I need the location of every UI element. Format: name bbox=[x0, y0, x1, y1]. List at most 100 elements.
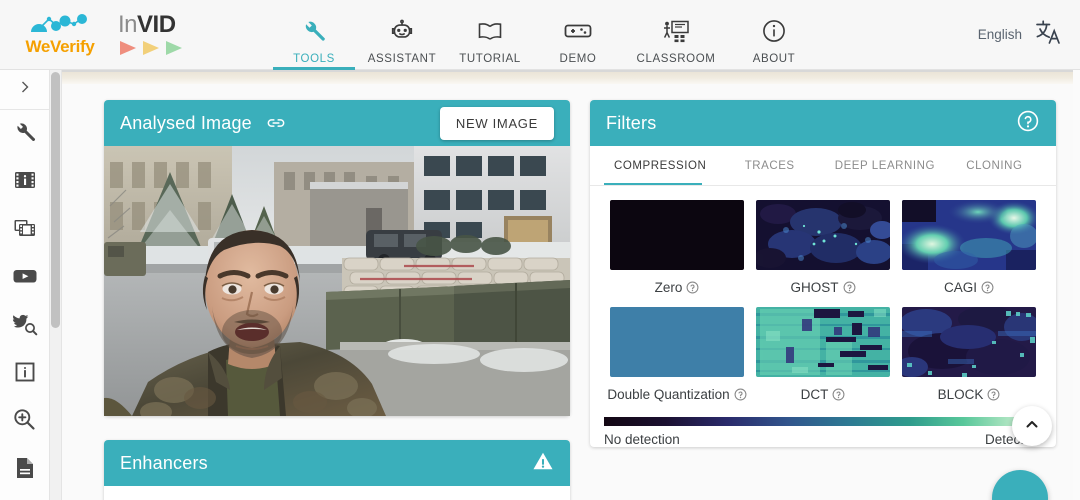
help-circle-icon[interactable] bbox=[832, 386, 845, 408]
wrench-icon bbox=[13, 120, 37, 149]
photo-render bbox=[104, 146, 570, 416]
filter-item-block[interactable]: BLOCK bbox=[896, 306, 1042, 408]
left-column: Analysed Image NEW IMAGE Enhancers bbox=[104, 100, 570, 500]
nav-item-label: DEMO bbox=[559, 52, 597, 65]
scrolled-banner-strip bbox=[62, 70, 1080, 84]
analysed-image-photo[interactable] bbox=[104, 146, 570, 416]
filter-preview-block bbox=[902, 306, 1036, 377]
weverify-logo[interactable]: WeVerify bbox=[10, 12, 110, 57]
language-selector[interactable]: English bbox=[978, 18, 1062, 51]
filter-preview-double-quantization bbox=[610, 306, 744, 377]
sidebar-item-video-analysis[interactable] bbox=[0, 158, 49, 206]
chat-widget-button[interactable] bbox=[992, 470, 1048, 500]
top-navigation-bar: WeVerify InVID TOOLS ASSISTANT TUTORIAL … bbox=[0, 0, 1080, 70]
tab-compression[interactable]: COMPRESSION bbox=[604, 146, 716, 185]
gamepad-icon bbox=[563, 15, 593, 47]
detection-legend: No detection Detection bbox=[590, 407, 1056, 447]
sidebar-item-tools[interactable] bbox=[0, 110, 49, 158]
filter-item-double-quantization[interactable]: Double Quantization bbox=[604, 306, 750, 408]
filter-caption: Zero bbox=[655, 277, 700, 301]
filter-item-cagi[interactable]: CAGI bbox=[896, 200, 1042, 301]
chevron-up-icon bbox=[1024, 416, 1040, 437]
weverify-wordmark: WeVerify bbox=[25, 37, 95, 56]
help-circle-icon[interactable] bbox=[734, 386, 747, 408]
filter-label: DCT bbox=[800, 386, 829, 402]
help-circle-icon[interactable] bbox=[843, 279, 856, 301]
filter-label: Double Quantization bbox=[607, 386, 730, 402]
filter-item-zero[interactable]: Zero bbox=[604, 200, 750, 301]
help-circle-icon[interactable] bbox=[987, 386, 1000, 408]
classroom-icon bbox=[662, 15, 690, 47]
scroll-to-top-button[interactable] bbox=[1012, 406, 1052, 446]
tab-label: CLONING bbox=[966, 159, 1023, 172]
main-content: Analysed Image NEW IMAGE Enhancers Filte… bbox=[62, 84, 1068, 500]
twitter-search-icon bbox=[12, 312, 38, 341]
nav-item-tools[interactable]: TOOLS bbox=[270, 0, 358, 70]
legend-low-label: No detection bbox=[604, 432, 680, 448]
main-nav: TOOLS ASSISTANT TUTORIAL DEMO CLASSROOM … bbox=[270, 0, 818, 70]
sidebar-item-magnifier[interactable] bbox=[0, 398, 49, 446]
nav-item-tutorial[interactable]: TUTORIAL bbox=[446, 0, 534, 70]
wrench-icon bbox=[301, 15, 327, 47]
filter-thumbnail-grid: Zero GHOST CAGI Double Quantization DCT … bbox=[590, 186, 1056, 407]
filter-preview-cagi bbox=[902, 200, 1036, 270]
page-scrollbar[interactable] bbox=[1073, 70, 1080, 500]
sidebar-item-twitter-search[interactable] bbox=[0, 302, 49, 350]
help-circle-icon[interactable] bbox=[1016, 109, 1040, 138]
sidebar-scrollbar-thumb[interactable] bbox=[51, 72, 60, 328]
filters-tablist: COMPRESSION TRACES DEEP LEARNING CLONING bbox=[590, 146, 1056, 186]
translate-icon[interactable] bbox=[1034, 18, 1062, 51]
help-circle-icon[interactable] bbox=[686, 279, 699, 301]
nav-item-classroom[interactable]: CLASSROOM bbox=[622, 0, 730, 70]
language-label: English bbox=[977, 27, 1022, 42]
nav-item-label: ASSISTANT bbox=[367, 52, 437, 65]
tab-cloning[interactable]: CLONING bbox=[947, 146, 1042, 185]
tab-label: TRACES bbox=[744, 159, 795, 172]
filter-item-ghost[interactable]: GHOST bbox=[750, 200, 896, 301]
invid-triangles-icon bbox=[118, 40, 208, 56]
analysed-image-header: Analysed Image NEW IMAGE bbox=[104, 100, 570, 146]
tab-label: DEEP LEARNING bbox=[834, 159, 935, 172]
invid-logo[interactable]: InVID bbox=[118, 13, 208, 56]
filter-caption: GHOST bbox=[790, 277, 855, 301]
sidebar-item-metadata[interactable] bbox=[0, 350, 49, 398]
enhancers-body bbox=[104, 486, 570, 500]
filter-caption: DCT bbox=[801, 384, 846, 408]
filter-item-dct[interactable]: DCT bbox=[750, 306, 896, 408]
filter-label: GHOST bbox=[790, 280, 839, 295]
detection-legend-labels: No detection Detection bbox=[604, 432, 1042, 447]
magnify-plus-icon bbox=[12, 407, 37, 437]
enhancers-header: Enhancers bbox=[104, 440, 570, 486]
sidebar-item-document[interactable] bbox=[0, 446, 49, 494]
filter-caption: CAGI bbox=[944, 277, 994, 301]
filter-label: BLOCK bbox=[937, 386, 984, 402]
nav-item-about[interactable]: ABOUT bbox=[730, 0, 818, 70]
invid-in-text: In bbox=[118, 11, 138, 38]
tab-traces[interactable]: TRACES bbox=[716, 146, 823, 185]
sidebar-scrollbar[interactable] bbox=[50, 70, 62, 500]
youtube-icon bbox=[12, 264, 38, 293]
enhancers-title: Enhancers bbox=[120, 452, 208, 473]
filter-preview-zero bbox=[610, 200, 744, 270]
filters-card: Filters COMPRESSION TRACES DEEP LEARNING… bbox=[590, 100, 1056, 448]
left-sidebar bbox=[0, 70, 50, 500]
link-icon[interactable] bbox=[266, 113, 286, 133]
nav-item-assistant[interactable]: ASSISTANT bbox=[358, 0, 446, 70]
analysed-image-title: Analysed Image bbox=[120, 112, 252, 133]
help-circle-icon[interactable] bbox=[981, 279, 994, 301]
enhancers-card: Enhancers bbox=[104, 440, 570, 500]
tab-deep-learning[interactable]: DEEP LEARNING bbox=[823, 146, 947, 185]
nav-item-label: TUTORIAL bbox=[459, 52, 521, 65]
detection-colorbar bbox=[604, 417, 1042, 427]
sidebar-item-keyframes[interactable] bbox=[0, 206, 49, 254]
film-stack-icon bbox=[13, 216, 37, 245]
sidebar-expand-button[interactable] bbox=[0, 70, 49, 110]
new-image-button[interactable]: NEW IMAGE bbox=[439, 106, 554, 140]
filters-title: Filters bbox=[606, 112, 657, 133]
nav-item-demo[interactable]: DEMO bbox=[534, 0, 622, 70]
content-top-edge bbox=[62, 70, 1080, 72]
chevron-right-icon bbox=[17, 79, 33, 100]
sidebar-item-youtube[interactable] bbox=[0, 254, 49, 302]
warning-triangle-icon[interactable] bbox=[532, 450, 554, 477]
invid-vid-text: VID bbox=[137, 11, 176, 38]
